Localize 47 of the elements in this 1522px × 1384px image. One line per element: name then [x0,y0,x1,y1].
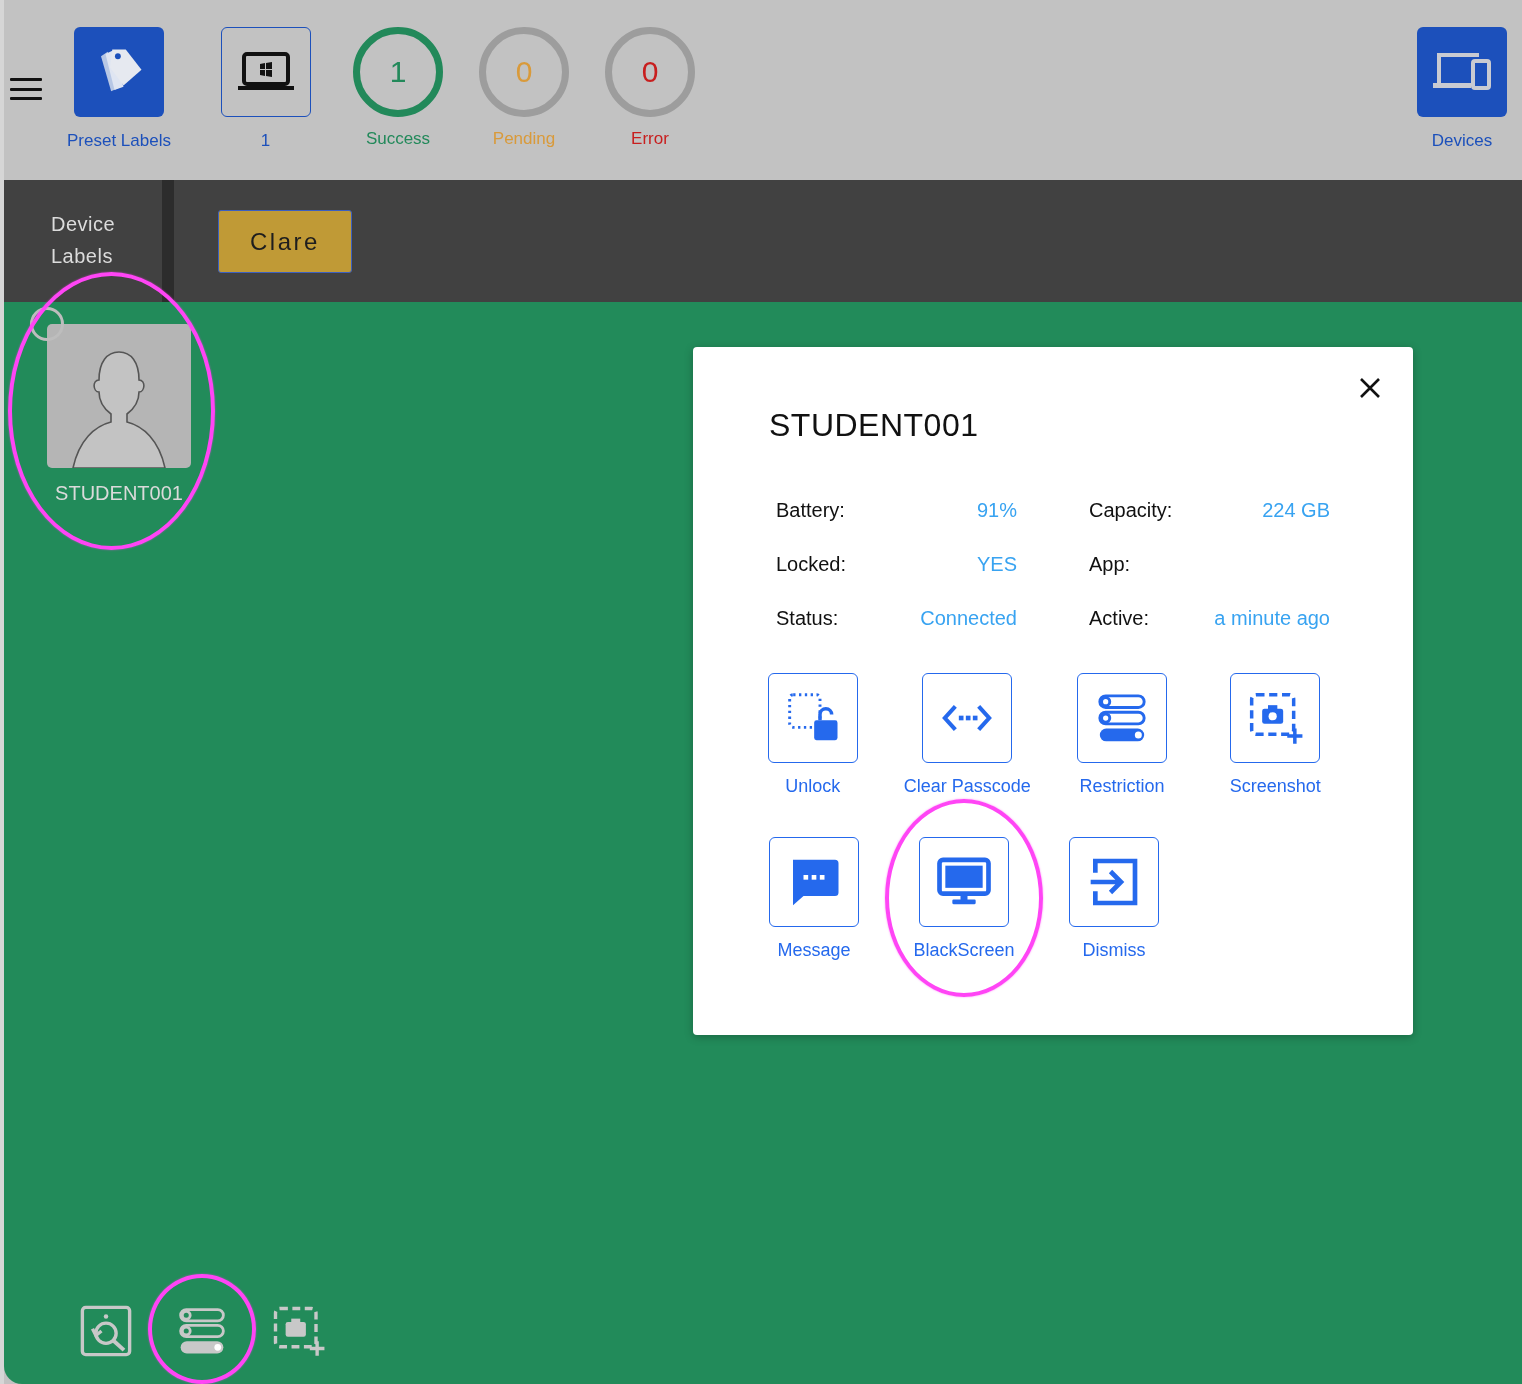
info-value: 224 GB [1262,499,1330,522]
action-label: Message [777,940,851,961]
action-button[interactable] [769,837,859,927]
status-label: Pending [492,129,556,149]
action-label: Clear Passcode [903,776,1031,797]
screenshot-icon [271,1304,325,1358]
info-label: App: [1089,553,1131,576]
action-label: Dismiss [1082,940,1146,961]
info-value: a minute ago [1214,607,1330,630]
devices-label: Devices [1431,131,1493,151]
action-label: Restriction [1079,776,1165,797]
info-label: Locked: [776,553,847,576]
info-value: 91% [976,499,1017,522]
action-button[interactable] [1230,673,1321,763]
status-label: Success [365,129,431,149]
info-label: Battery: [776,499,845,522]
preset-labels-label: Preset Labels [67,131,171,151]
devices-button[interactable] [1417,27,1507,117]
avatar-placeholder[interactable] [47,324,191,468]
device-count-button[interactable] [220,27,311,117]
action-label: Screenshot [1229,776,1321,797]
info-label: Status: [776,607,839,630]
dialog-title: STUDENT001 [769,407,980,444]
device-labels-heading: Device Labels [50,212,117,269]
action-button[interactable] [1077,673,1167,763]
action-button[interactable] [767,673,858,763]
action-label: Unlock [785,776,841,797]
action-button[interactable] [1069,837,1159,927]
menu-button[interactable] [10,78,42,100]
status-count-ring: 1 [353,27,443,117]
info-label: Capacity: [1089,499,1173,522]
info-value: YES [976,553,1017,576]
label-button[interactable]: Clare [218,210,352,273]
screenshot-icon [1247,690,1304,746]
person-silhouette-icon [69,348,169,468]
info-value: Connected [920,607,1017,630]
device-count-label: 1 [260,131,271,151]
action-button[interactable] [922,673,1013,763]
device-name: STUDENT001 [55,482,183,505]
preset-labels-button[interactable] [74,27,164,117]
info-label: Active: [1089,607,1150,630]
status-count-ring: 0 [479,27,569,117]
action-button[interactable] [919,837,1009,927]
action-label: BlackScreen [913,940,1015,961]
status-count-ring: 0 [605,27,695,117]
photo-search-icon [79,1304,133,1358]
status-label: Error [631,129,669,149]
